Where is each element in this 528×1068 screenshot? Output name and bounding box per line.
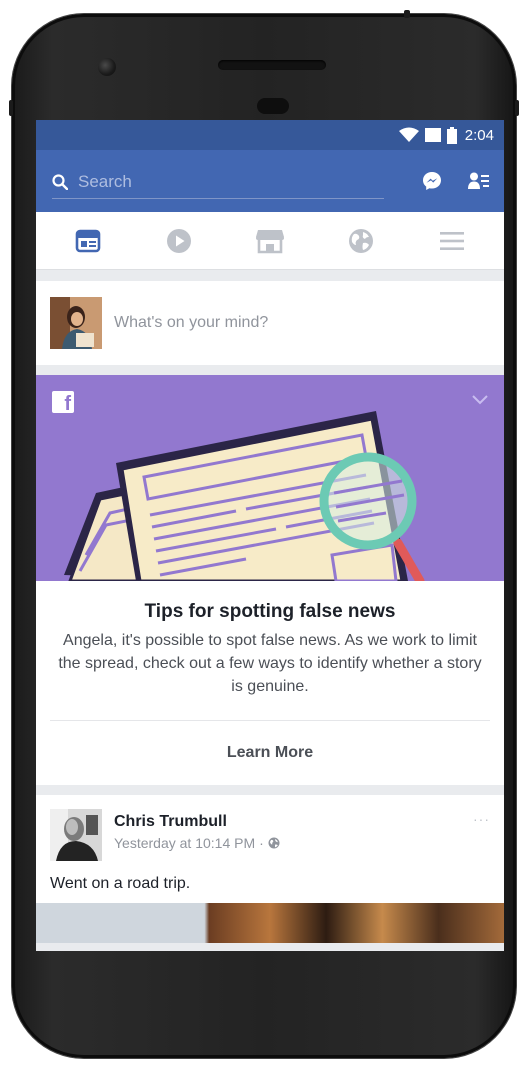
composer-placeholder: What's on your mind? [114, 314, 269, 331]
earpiece-speaker [218, 60, 326, 70]
status-time: 2:04 [464, 126, 494, 144]
tab-news-feed[interactable] [60, 218, 116, 264]
promo-title: Tips for spotting false news [144, 601, 396, 622]
globe-icon [349, 228, 374, 253]
news-feed-icon [75, 229, 100, 252]
search-icon [52, 173, 68, 190]
side-button-right [515, 100, 519, 116]
post-author-name[interactable]: Chris Trumbull [114, 813, 280, 831]
power-button [404, 10, 410, 18]
friend-requests-icon[interactable] [468, 172, 490, 190]
promo-description: Angela, it's possible to spot false news… [58, 632, 482, 695]
promo-banner: f [36, 375, 504, 581]
globe-icon [268, 837, 280, 849]
author-photo [50, 809, 102, 861]
false-news-tips-card: f Tips for spotting false news Angela, i… [36, 375, 504, 785]
battery-icon [446, 126, 457, 144]
top-bar: Search [36, 150, 504, 212]
feed-post: Chris Trumbull Yesterday at 10:14 PM · ·… [36, 795, 504, 943]
search-input[interactable]: Search [52, 165, 384, 199]
side-button-left [9, 100, 13, 116]
learn-more-button[interactable]: Learn More [36, 721, 504, 785]
avatar [50, 297, 102, 349]
messenger-icon[interactable] [422, 171, 442, 191]
play-icon [166, 228, 191, 253]
tab-globe[interactable] [333, 218, 389, 264]
facebook-logo-icon: f [52, 391, 74, 413]
proximity-sensor [257, 98, 289, 114]
post-photo[interactable] [36, 903, 504, 943]
post-timestamp[interactable]: Yesterday at 10:14 PM [114, 835, 255, 851]
marketplace-icon [255, 229, 284, 253]
tab-marketplace[interactable] [242, 218, 298, 264]
front-camera [98, 58, 116, 76]
post-timestamp-row: Yesterday at 10:14 PM · [114, 835, 280, 851]
tab-watch[interactable] [151, 218, 207, 264]
tab-menu[interactable] [424, 218, 480, 264]
wifi-icon [398, 127, 419, 142]
meta-separator: · [259, 835, 264, 851]
avatar-photo [50, 297, 102, 349]
chevron-down-icon[interactable] [472, 395, 488, 405]
tab-bar [36, 212, 504, 270]
post-avatar[interactable] [50, 809, 102, 861]
signal-icon [424, 128, 441, 142]
status-bar: 2:04 [36, 120, 504, 150]
phone-screen: 2:04 Search What's on your mind? f Tips … [36, 120, 504, 951]
menu-icon [440, 231, 465, 250]
post-text: Went on a road trip. [50, 875, 191, 892]
post-options-button[interactable]: ··· [473, 811, 490, 827]
status-composer[interactable]: What's on your mind? [36, 281, 504, 365]
search-placeholder: Search [78, 171, 132, 191]
newspaper-magnifier-illustration [64, 411, 425, 581]
